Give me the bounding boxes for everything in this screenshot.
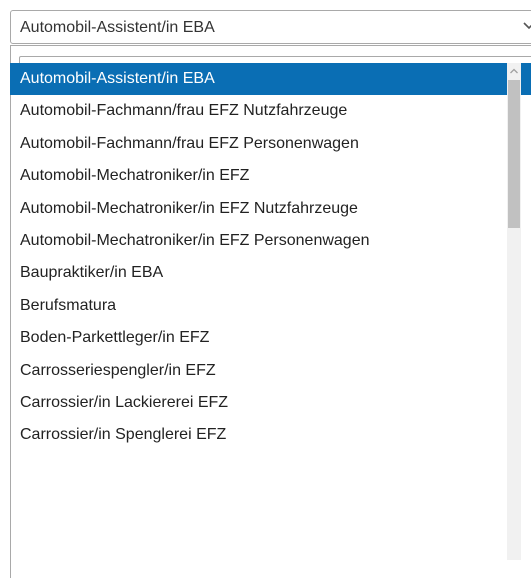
select-dropdown: Automobil-Assistent/in EBA Automobil-Ass… [0,0,531,578]
option-item[interactable]: Automobil-Mechatroniker/in EFZ Nutzfahrz… [10,193,531,225]
option-item[interactable]: Automobil-Fachmann/frau EFZ Nutzfahrzeug… [10,95,531,127]
option-item[interactable]: Baupraktiker/in EBA [10,257,531,289]
scrollbar-thumb[interactable] [508,80,520,228]
option-item[interactable]: Berufsmatura [10,290,531,322]
chevron-down-icon[interactable] [521,17,531,33]
option-item[interactable]: Automobil-Mechatroniker/in EFZ Personenw… [10,225,531,257]
option-item[interactable]: Carrossier/in Lackiererei EFZ [10,387,531,419]
option-item[interactable]: Boden-Parkettleger/in EFZ [10,322,531,354]
select-box[interactable]: Automobil-Assistent/in EBA [10,10,531,44]
option-item[interactable]: Automobil-Assistent/in EBA [10,63,531,96]
option-item[interactable]: Automobil-Fachmann/frau EFZ Personenwage… [10,128,531,160]
scrollbar[interactable] [507,63,521,560]
options-list: Automobil-Assistent/in EBA Automobil-Fac… [10,63,531,560]
scroll-up-arrow-icon[interactable] [507,63,521,80]
option-item[interactable]: Carrosseriespengler/in EFZ [10,355,531,387]
option-item[interactable]: Automobil-Mechatroniker/in EFZ [10,160,531,192]
select-current-value: Automobil-Assistent/in EBA [20,19,215,36]
option-item[interactable]: Carrossier/in Spenglerei EFZ [10,419,531,451]
